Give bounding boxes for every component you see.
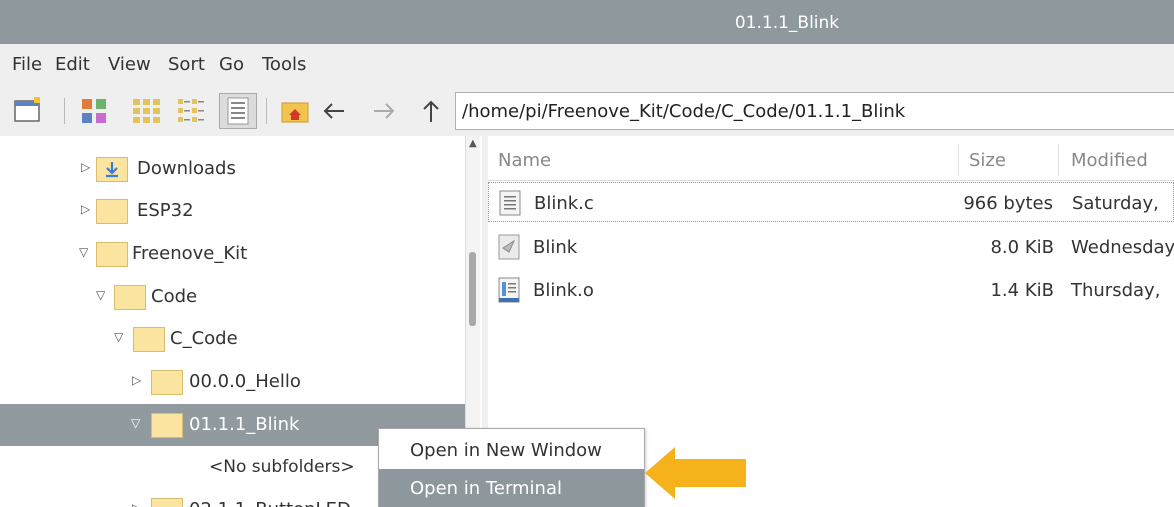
expander-collapsed-icon[interactable]: ▷ xyxy=(132,501,144,507)
expander-expanded-icon[interactable]: ▽ xyxy=(131,416,143,430)
list-view-icon[interactable] xyxy=(219,93,257,129)
menu-sort[interactable]: Sort xyxy=(168,54,205,75)
menu-tools[interactable]: Tools xyxy=(262,54,306,75)
compact-view-icon[interactable] xyxy=(175,95,207,127)
folder-icon xyxy=(151,370,183,395)
forward-arrow-icon[interactable] xyxy=(368,95,400,127)
tree-item-freenove-kit[interactable]: ▽ Freenove_Kit xyxy=(0,233,465,275)
back-arrow-icon[interactable] xyxy=(318,95,350,127)
downloads-folder-icon xyxy=(96,157,128,182)
menu-item-open-in-new-window[interactable]: Open in New Window xyxy=(379,431,644,469)
tree-item-label: Code xyxy=(151,286,198,307)
tree-item-code[interactable]: ▽ Code xyxy=(0,276,465,318)
title-bar: 01.1.1_Blink xyxy=(0,0,1174,44)
file-name: Blink.o xyxy=(533,280,594,301)
header-divider xyxy=(488,180,1174,181)
file-size: 966 bytes xyxy=(963,193,1053,214)
folder-icon xyxy=(151,413,183,438)
file-size: 1.4 KiB xyxy=(990,280,1054,301)
tree-item-label: Freenove_Kit xyxy=(132,243,248,264)
expander-collapsed-icon[interactable]: ▷ xyxy=(81,202,93,216)
executable-file-icon xyxy=(498,234,520,260)
menu-go[interactable]: Go xyxy=(219,54,244,75)
menu-file[interactable]: File xyxy=(12,54,42,75)
column-header-size[interactable]: Size xyxy=(969,150,1006,171)
column-separator[interactable] xyxy=(1058,144,1059,176)
file-row-blink[interactable]: Blink 8.0 KiB Wednesday xyxy=(488,227,1174,267)
toolbar-separator xyxy=(266,98,267,124)
annotation-arrow-icon xyxy=(643,445,748,501)
thumbnail-view-icon[interactable] xyxy=(130,95,162,127)
no-subfolders-label: <No subfolders> xyxy=(209,457,355,477)
tree-item-label: 02.1.1_ButtonLED xyxy=(189,499,351,507)
file-name: Blink xyxy=(533,237,578,258)
column-header-name[interactable]: Name xyxy=(498,150,551,171)
tree-item-label: ESP32 xyxy=(137,200,194,221)
file-size: 8.0 KiB xyxy=(990,237,1054,258)
expander-expanded-icon[interactable]: ▽ xyxy=(79,245,91,259)
menu-view[interactable]: View xyxy=(108,54,151,75)
folder-icon xyxy=(96,242,128,267)
tree-item-label: Downloads xyxy=(137,158,236,179)
context-menu: Open in New Window Open in Terminal xyxy=(378,428,645,507)
folder-icon xyxy=(151,498,183,507)
tree-item-label: 01.1.1_Blink xyxy=(189,414,300,435)
new-window-icon[interactable] xyxy=(12,95,44,127)
folder-icon xyxy=(133,327,165,352)
expander-expanded-icon[interactable]: ▽ xyxy=(96,288,108,302)
expander-collapsed-icon[interactable]: ▷ xyxy=(81,160,93,174)
scrollbar-thumb[interactable] xyxy=(469,252,476,326)
file-row-blink-o[interactable]: Blink.o 1.4 KiB Thursday, xyxy=(488,270,1174,310)
column-header-modified[interactable]: Modified xyxy=(1071,150,1148,171)
tree-item-label: C_Code xyxy=(170,328,238,349)
window-title: 01.1.1_Blink xyxy=(734,13,840,33)
tree-item-00-0-0-hello[interactable]: ▷ 00.0.0_Hello xyxy=(0,361,465,403)
toolbar-separator xyxy=(64,98,65,124)
up-arrow-icon[interactable] xyxy=(415,95,447,127)
toolbar: /home/pi/Freenove_Kit/Code/C_Code/01.1.1… xyxy=(0,86,1174,136)
path-input[interactable]: /home/pi/Freenove_Kit/Code/C_Code/01.1.1… xyxy=(455,92,1174,130)
menu-edit[interactable]: Edit xyxy=(55,54,90,75)
home-icon[interactable] xyxy=(279,95,311,127)
tree-item-c-code[interactable]: ▽ C_Code xyxy=(0,318,465,360)
menu-item-open-in-terminal[interactable]: Open in Terminal xyxy=(379,469,644,507)
file-name: Blink.c xyxy=(534,193,594,214)
file-row-blink-c[interactable]: Blink.c 966 bytes Saturday, xyxy=(488,182,1174,222)
column-separator[interactable] xyxy=(958,144,959,176)
icon-view-icon[interactable] xyxy=(78,95,110,127)
file-modified: Saturday, xyxy=(1072,193,1159,214)
folder-icon xyxy=(96,199,128,224)
expander-collapsed-icon[interactable]: ▷ xyxy=(132,373,144,387)
expander-expanded-icon[interactable]: ▽ xyxy=(114,330,126,344)
file-modified: Thursday, xyxy=(1071,280,1161,301)
tree-item-label: 00.0.0_Hello xyxy=(189,371,301,392)
tree-item-downloads[interactable]: ▷ Downloads xyxy=(0,148,465,190)
folder-icon xyxy=(114,285,146,310)
menu-bar: File Edit View Sort Go Tools xyxy=(0,44,1174,86)
file-modified: Wednesday xyxy=(1071,237,1174,258)
scroll-up-icon[interactable]: ▲ xyxy=(469,138,477,149)
text-file-icon xyxy=(499,190,521,216)
tree-item-esp32[interactable]: ▷ ESP32 xyxy=(0,190,465,232)
object-file-icon xyxy=(498,277,520,303)
